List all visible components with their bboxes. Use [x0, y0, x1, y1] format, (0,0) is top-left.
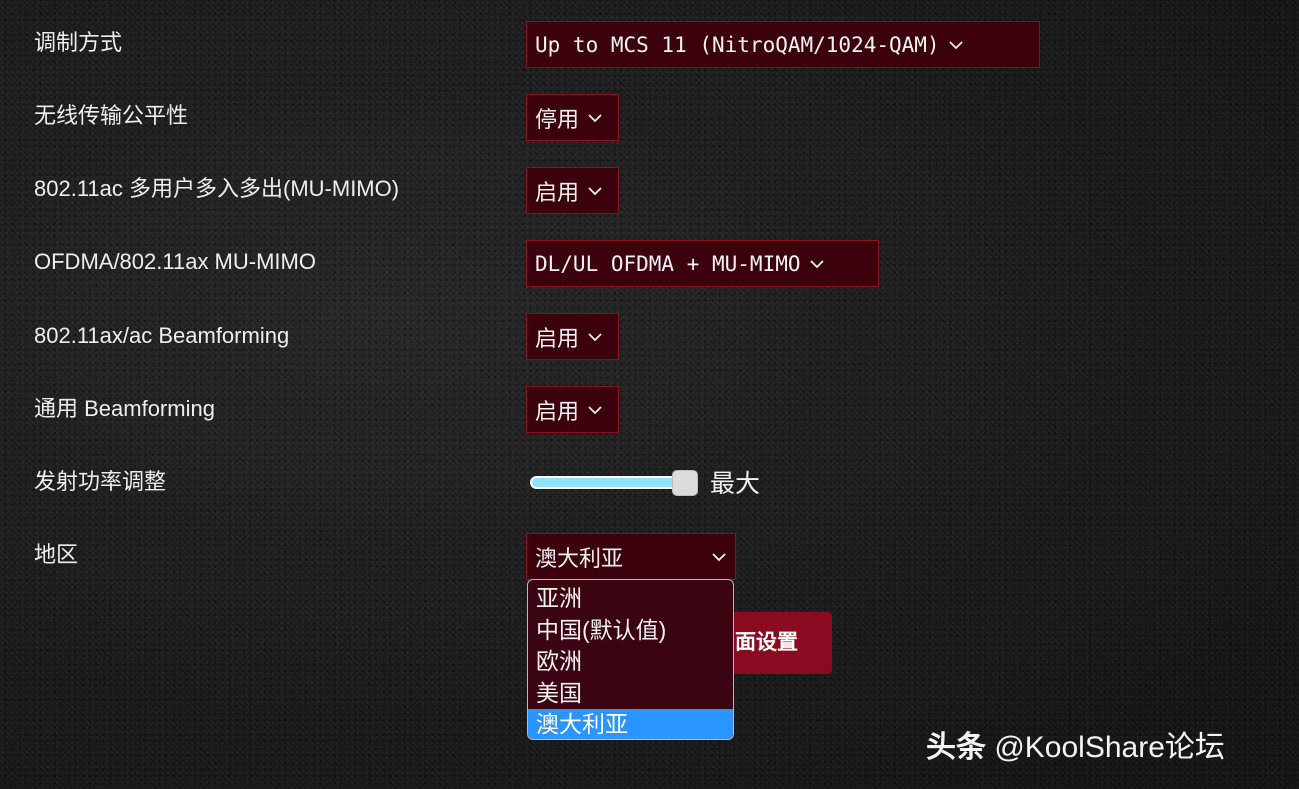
beamforming-label: 802.11ax/ac Beamforming: [34, 323, 290, 348]
region-option-australia[interactable]: 澳大利亚: [528, 709, 733, 739]
watermark-handle: @KoolShare论坛: [994, 731, 1225, 764]
modulation-label: 调制方式: [34, 30, 123, 55]
chevron-down-icon: [588, 405, 602, 414]
region-label: 地区: [34, 542, 79, 567]
region-dropdown-list[interactable]: 亚洲 中国(默认值) 欧洲 美国 澳大利亚: [527, 579, 734, 740]
region-option-asia[interactable]: 亚洲: [528, 583, 733, 615]
beamforming-select-value: 启用: [535, 325, 580, 351]
modulation-select-value: Up to MCS 11 (NitroQAM/1024-QAM): [535, 32, 940, 57]
region-option-usa[interactable]: 美国: [528, 678, 733, 710]
tx-power-slider-thumb[interactable]: [672, 470, 698, 496]
modulation-select[interactable]: Up to MCS 11 (NitroQAM/1024-QAM): [526, 21, 1040, 68]
tx-power-slider[interactable]: [528, 470, 700, 500]
chevron-down-icon: [588, 113, 602, 122]
ac-mu-mimo-select[interactable]: 启用: [526, 167, 619, 214]
chevron-down-icon: [809, 259, 824, 268]
beamforming-select[interactable]: 启用: [526, 313, 619, 360]
tx-power-label: 发射功率调整: [34, 469, 167, 494]
watermark: 头条 @KoolShare论坛: [926, 728, 1225, 768]
airtime-fairness-select-value: 停用: [535, 106, 580, 132]
region-option-china[interactable]: 中国(默认值): [528, 615, 733, 647]
region-option-europe[interactable]: 欧洲: [528, 646, 733, 678]
watermark-prefix: 头条: [926, 731, 986, 764]
chevron-down-icon: [948, 40, 963, 49]
ac-mu-mimo-select-value: 启用: [535, 179, 580, 205]
universal-beamforming-select[interactable]: 启用: [526, 386, 619, 433]
tx-power-value: 最大: [710, 470, 761, 498]
ac-mu-mimo-label: 802.11ac 多用户多入多出(MU-MIMO): [34, 176, 400, 201]
universal-beamforming-select-value: 启用: [535, 398, 580, 424]
ofdma-label: OFDMA/802.11ax MU-MIMO: [34, 249, 316, 274]
airtime-fairness-select[interactable]: 停用: [526, 94, 619, 141]
universal-beamforming-label: 通用 Beamforming: [34, 396, 215, 421]
chevron-down-icon: [712, 552, 726, 561]
chevron-down-icon: [588, 186, 602, 195]
region-select-value: 澳大利亚: [535, 545, 624, 571]
airtime-fairness-label: 无线传输公平性: [34, 103, 189, 128]
chevron-down-icon: [588, 332, 602, 341]
ofdma-select[interactable]: DL/UL OFDMA + MU-MIMO: [526, 240, 879, 287]
ofdma-select-value: DL/UL OFDMA + MU-MIMO: [535, 251, 801, 276]
region-select[interactable]: 澳大利亚: [526, 533, 736, 580]
